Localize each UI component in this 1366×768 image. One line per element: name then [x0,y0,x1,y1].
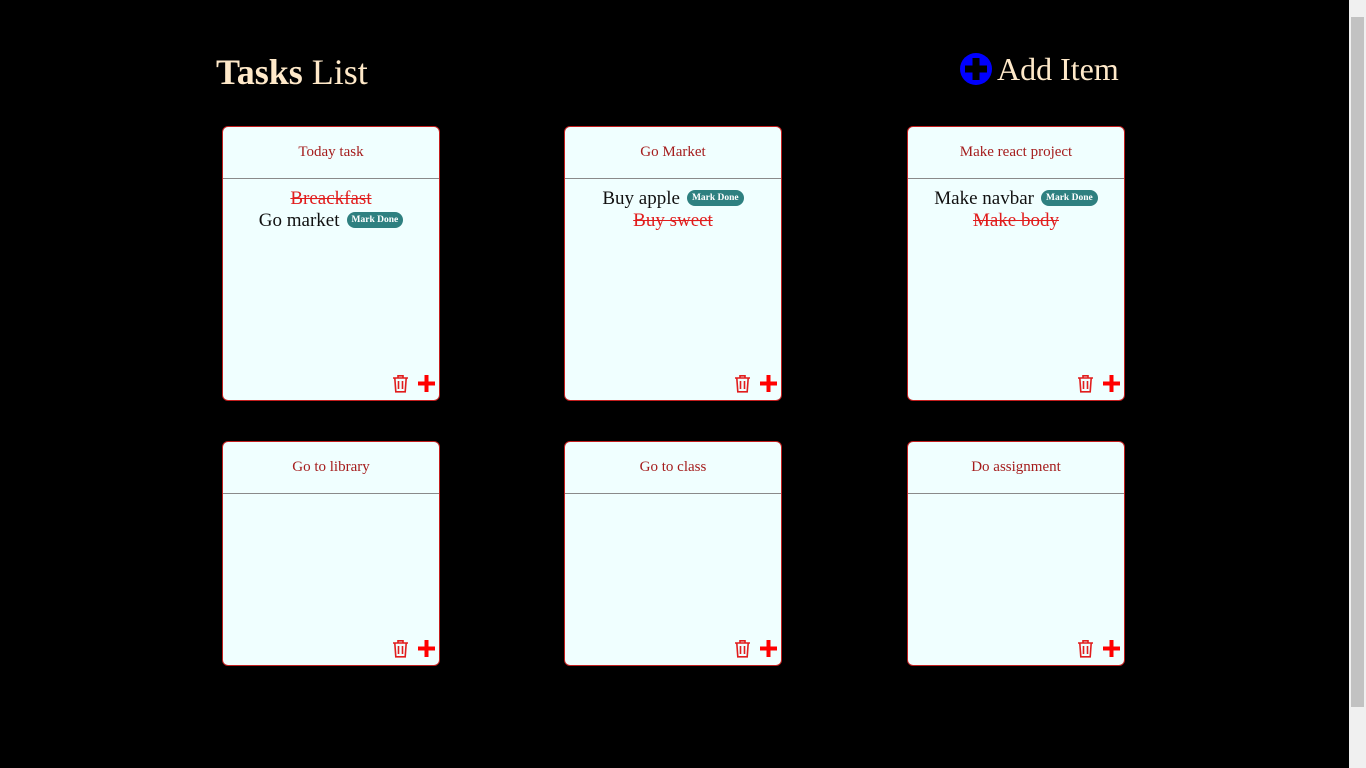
card-task-list [908,494,1124,503]
task-text: Go market [258,210,340,231]
trash-icon[interactable] [392,374,409,393]
trash-icon[interactable] [1077,639,1094,658]
page-title: Tasks List [216,52,368,92]
card-task-list [223,494,439,503]
task-item: Breackfast [223,188,439,210]
trash-icon[interactable] [734,374,751,393]
add-item-label: Add Item [997,51,1119,87]
plus-icon[interactable] [760,640,777,657]
plus-circle-icon [960,53,992,85]
task-card: Today task Breackfast Go market Mark Done [222,126,440,401]
page: Tasks List Add Item Today task Breackfas… [0,0,1366,768]
plus-icon[interactable] [760,375,777,392]
task-text: Breackfast [290,188,372,209]
trash-icon[interactable] [392,639,409,658]
card-title: Do assignment [908,442,1124,494]
task-item: Make body [908,210,1124,232]
task-item: Go market Mark Done [223,210,439,232]
trash-icon[interactable] [734,639,751,658]
task-card: Go Market Buy apple Mark Done Buy sweet [564,126,782,401]
card-title: Go Market [565,127,781,179]
card-task-list [565,494,781,503]
plus-icon[interactable] [1103,375,1120,392]
mark-done-button[interactable]: Mark Done [346,211,404,228]
task-text: Buy sweet [633,210,713,231]
task-card: Do assignment [907,441,1125,666]
card-title: Go to library [223,442,439,494]
card-title: Go to class [565,442,781,494]
card-actions [392,374,435,393]
task-card: Go to library [222,441,440,666]
card-title: Make react project [908,127,1124,179]
task-text: Make body [972,210,1059,231]
card-task-list: Breackfast Go market Mark Done [223,179,439,232]
task-card: Make react project Make navbar Mark Done … [907,126,1125,401]
task-item: Buy apple Mark Done [565,188,781,210]
scrollbar-thumb[interactable] [1351,17,1364,707]
card-actions [734,639,777,658]
page-title-rest: List [311,52,368,92]
mark-done-button[interactable]: Mark Done [1041,189,1098,206]
mark-done-button[interactable]: Mark Done [686,189,744,206]
card-actions [392,639,435,658]
task-text: Buy apple [602,188,680,209]
card-task-list: Make navbar Mark Done Make body [908,179,1124,232]
task-item: Buy sweet [565,210,781,232]
card-task-list: Buy apple Mark Done Buy sweet [565,179,781,232]
add-item-button[interactable]: Add Item [960,52,1119,86]
card-actions [734,374,777,393]
plus-icon[interactable] [418,640,435,657]
page-title-bold: Tasks [216,52,303,92]
task-text: Make navbar [934,188,1034,209]
trash-icon[interactable] [1077,374,1094,393]
task-card: Go to class [564,441,782,666]
card-actions [1077,639,1120,658]
vertical-scrollbar[interactable] [1349,0,1366,768]
task-item: Make navbar Mark Done [908,188,1124,210]
plus-icon[interactable] [418,375,435,392]
plus-icon[interactable] [1103,640,1120,657]
card-title: Today task [223,127,439,179]
card-actions [1077,374,1120,393]
